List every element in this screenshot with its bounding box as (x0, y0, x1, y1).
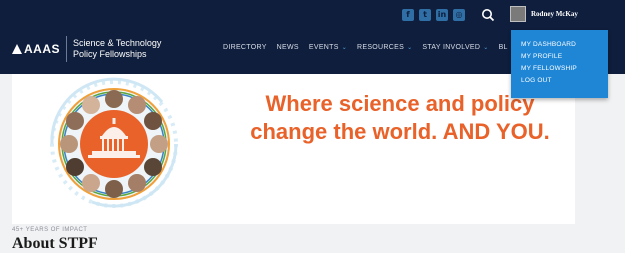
nav-label: DIRECTORY (223, 44, 267, 51)
social-links: f t in ◎ (402, 9, 465, 21)
aaas-mark-icon (12, 44, 22, 54)
instagram-icon[interactable]: ◎ (453, 9, 465, 21)
avatar (510, 6, 526, 22)
menu-item-fellowship[interactable]: MY FELLOWSHIP (511, 63, 608, 75)
search-icon[interactable] (481, 8, 495, 22)
nav-label: BL (498, 44, 508, 51)
nav-label: NEWS (276, 44, 299, 51)
nav-item-stay-involved[interactable]: STAY INVOLVED ⌄ (422, 44, 488, 51)
nav-label: RESOURCES (357, 44, 405, 51)
linkedin-icon[interactable]: in (436, 9, 448, 21)
nav-item-resources[interactable]: RESOURCES ⌄ (357, 44, 412, 51)
nav-item-news[interactable]: NEWS (277, 44, 299, 51)
nav-item-events[interactable]: EVENTS ⌄ (309, 44, 347, 51)
nav-item-blog[interactable]: BL (499, 44, 508, 51)
twitter-icon[interactable]: t (419, 9, 431, 21)
user-dropdown-menu: MY DASHBOARD MY PROFILE MY FELLOWSHIP LO… (511, 30, 608, 98)
section-title: About STPF (12, 235, 98, 252)
logo-line-2: Policy Fellowships (73, 49, 147, 59)
menu-item-logout[interactable]: LOG OUT (511, 75, 608, 87)
main-nav: DIRECTORY NEWS EVENTS ⌄ RESOURCES ⌄ STAY I… (223, 44, 508, 51)
chevron-down-icon: ⌄ (341, 45, 348, 51)
user-name: Rodney McKay (531, 10, 578, 18)
section-eyebrow: 45+ YEARS OF IMPACT (12, 227, 88, 233)
logo-divider (66, 36, 68, 62)
menu-item-profile[interactable]: MY PROFILE (511, 51, 608, 63)
menu-item-dashboard[interactable]: MY DASHBOARD (511, 39, 608, 51)
site-logo[interactable]: AAAS Science & Technology Policy Fellows… (12, 36, 161, 62)
fellows-circle-graphic (50, 77, 178, 208)
facebook-icon[interactable]: f (402, 9, 414, 21)
hero-headline: Where science and policy change the worl… (230, 90, 570, 146)
hero-headline-line-2: change the world. AND YOU. (250, 119, 550, 144)
logo-line-1: Science & Technology (73, 38, 162, 48)
nav-label: EVENTS (308, 44, 339, 51)
aaas-logo: AAAS (12, 42, 60, 56)
logo-brand: AAAS (24, 42, 61, 56)
logo-text: Science & Technology Policy Fellowships (73, 38, 161, 60)
chevron-down-icon: ⌄ (483, 45, 489, 51)
nav-label: STAY INVOLVED (422, 44, 481, 51)
user-account-toggle[interactable]: Rodney McKay (510, 6, 578, 22)
chevron-down-icon: ⌄ (407, 45, 413, 51)
nav-item-directory[interactable]: DIRECTORY (223, 44, 267, 51)
